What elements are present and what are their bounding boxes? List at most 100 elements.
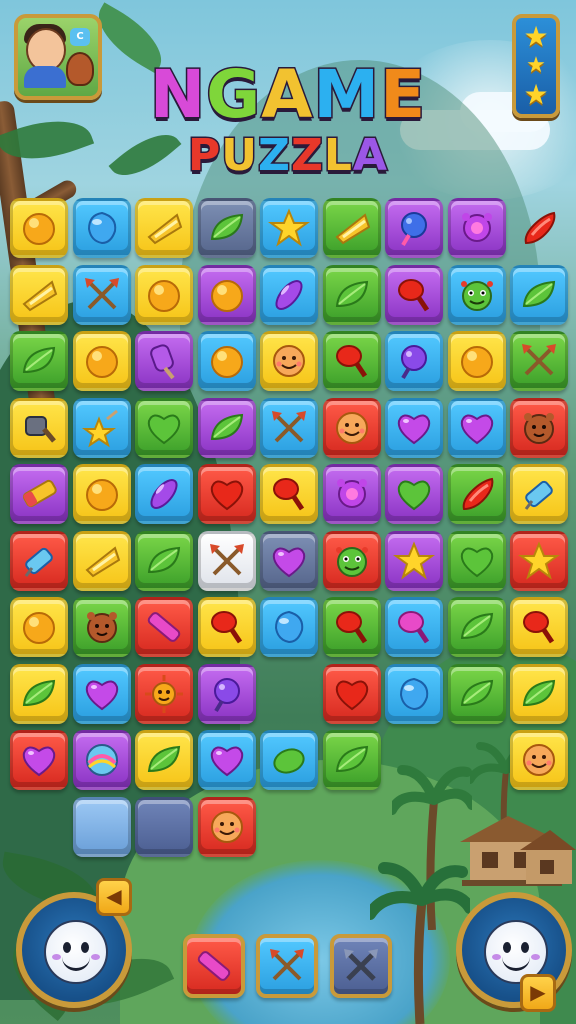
- board-tile[interactable]: [135, 198, 193, 258]
- board-tile[interactable]: [135, 597, 193, 657]
- board-tile[interactable]: [72, 796, 131, 857]
- board-tile[interactable]: [322, 198, 381, 258]
- board-tile[interactable]: [447, 397, 506, 458]
- board-tile[interactable]: [385, 397, 443, 458]
- board-tile[interactable]: [197, 397, 256, 458]
- board-tile[interactable]: [510, 464, 568, 524]
- purple-flower-icon: [336, 479, 367, 508]
- inventory-tile[interactable]: [183, 934, 245, 998]
- board-tile[interactable]: [447, 530, 506, 591]
- board-tile[interactable]: [135, 730, 193, 790]
- left-arrow-button[interactable]: ◀: [96, 878, 132, 916]
- board-tile[interactable]: [322, 663, 381, 724]
- board-tile[interactable]: [510, 264, 568, 325]
- board-tile[interactable]: [197, 464, 256, 524]
- board-tile[interactable]: [385, 464, 443, 524]
- board-tile[interactable]: [385, 331, 443, 391]
- board-tile[interactable]: [385, 198, 443, 258]
- green-leaf-icon: [22, 346, 56, 374]
- board-tile[interactable]: [10, 464, 68, 524]
- board-tile[interactable]: [510, 730, 568, 790]
- board-tile[interactable]: [385, 264, 443, 325]
- board-tile[interactable]: [135, 331, 193, 391]
- board-tile[interactable]: [447, 198, 506, 258]
- board-tile[interactable]: [447, 663, 506, 724]
- board-tile[interactable]: [260, 597, 318, 657]
- board-tile[interactable]: [322, 730, 381, 790]
- board-tile[interactable]: [135, 663, 193, 724]
- board-tile[interactable]: [322, 464, 381, 524]
- board-tile[interactable]: [447, 464, 506, 524]
- purple-heart-icon: [85, 680, 118, 710]
- board-tile[interactable]: [10, 397, 68, 458]
- board-tile[interactable]: [260, 198, 318, 258]
- board-tile[interactable]: [197, 198, 256, 258]
- board-tile[interactable]: [510, 530, 568, 591]
- board-tile[interactable]: [72, 264, 131, 325]
- game-title-line2: PUZZLA: [187, 129, 389, 183]
- board-tile[interactable]: [135, 464, 193, 524]
- orange-candy-icon: [85, 346, 118, 378]
- board-tile[interactable]: [510, 663, 568, 724]
- board-tile[interactable]: [72, 464, 131, 524]
- board-tile[interactable]: [72, 530, 131, 591]
- board-tile[interactable]: [72, 198, 131, 258]
- brown-bear-icon: [524, 412, 554, 444]
- board-tile[interactable]: [135, 530, 193, 591]
- inventory-tile[interactable]: [256, 934, 318, 998]
- board-tile[interactable]: [260, 331, 318, 391]
- board-tile[interactable]: [447, 331, 506, 391]
- board-tile[interactable]: [385, 663, 443, 724]
- inventory-tile[interactable]: [330, 934, 392, 998]
- board-tile[interactable]: [197, 597, 256, 657]
- board-tile[interactable]: [322, 397, 381, 458]
- board-tile[interactable]: [322, 597, 381, 657]
- board-tile[interactable]: [322, 530, 381, 591]
- board-tile[interactable]: [322, 331, 381, 391]
- purple-flower-icon: [461, 213, 492, 242]
- board-tile[interactable]: [135, 796, 193, 857]
- board-tile[interactable]: [197, 530, 256, 591]
- board-tile[interactable]: [260, 264, 318, 325]
- red-pepper-icon: [462, 477, 493, 511]
- board-tile[interactable]: [10, 530, 68, 591]
- red-pepper-icon: [524, 211, 556, 245]
- board-tile[interactable]: [197, 663, 256, 724]
- board-tile[interactable]: [510, 331, 568, 391]
- board-tile[interactable]: [10, 264, 68, 325]
- board-tile[interactable]: [10, 730, 68, 790]
- board-tile[interactable]: [385, 597, 443, 657]
- board-tile[interactable]: [197, 264, 256, 325]
- board-tile[interactable]: [510, 397, 568, 458]
- purple-heart-icon: [210, 746, 243, 777]
- board-tile[interactable]: [72, 331, 131, 391]
- green-leaf-icon: [460, 679, 493, 706]
- board-tile[interactable]: [197, 730, 256, 790]
- board-tile[interactable]: [72, 663, 131, 724]
- board-tile[interactable]: [447, 264, 506, 325]
- right-arrow-button[interactable]: ▶: [520, 974, 556, 1012]
- board-tile[interactable]: [510, 198, 568, 258]
- avatar-badge: C: [70, 28, 90, 46]
- board-tile[interactable]: [260, 464, 318, 524]
- board-tile[interactable]: [135, 264, 193, 325]
- crossed-arrows-icon: [522, 344, 556, 376]
- board-tile[interactable]: [197, 331, 256, 391]
- board-tile[interactable]: [10, 597, 68, 657]
- board-tile[interactable]: [135, 397, 193, 458]
- board-tile[interactable]: [385, 530, 443, 591]
- board-tile[interactable]: [72, 397, 131, 458]
- board-tile[interactable]: [72, 730, 131, 790]
- board-tile[interactable]: [260, 730, 318, 790]
- board-tile[interactable]: [10, 198, 68, 258]
- board-tile[interactable]: [197, 796, 256, 857]
- board-tile[interactable]: [72, 597, 131, 657]
- board-tile[interactable]: [260, 530, 318, 591]
- board-tile[interactable]: [322, 264, 381, 325]
- board-tile[interactable]: [510, 597, 568, 657]
- pink-drumstick-icon: [398, 611, 430, 644]
- board-tile[interactable]: [260, 397, 318, 458]
- board-tile[interactable]: [10, 663, 68, 724]
- board-tile[interactable]: [10, 331, 68, 391]
- board-tile[interactable]: [447, 597, 506, 657]
